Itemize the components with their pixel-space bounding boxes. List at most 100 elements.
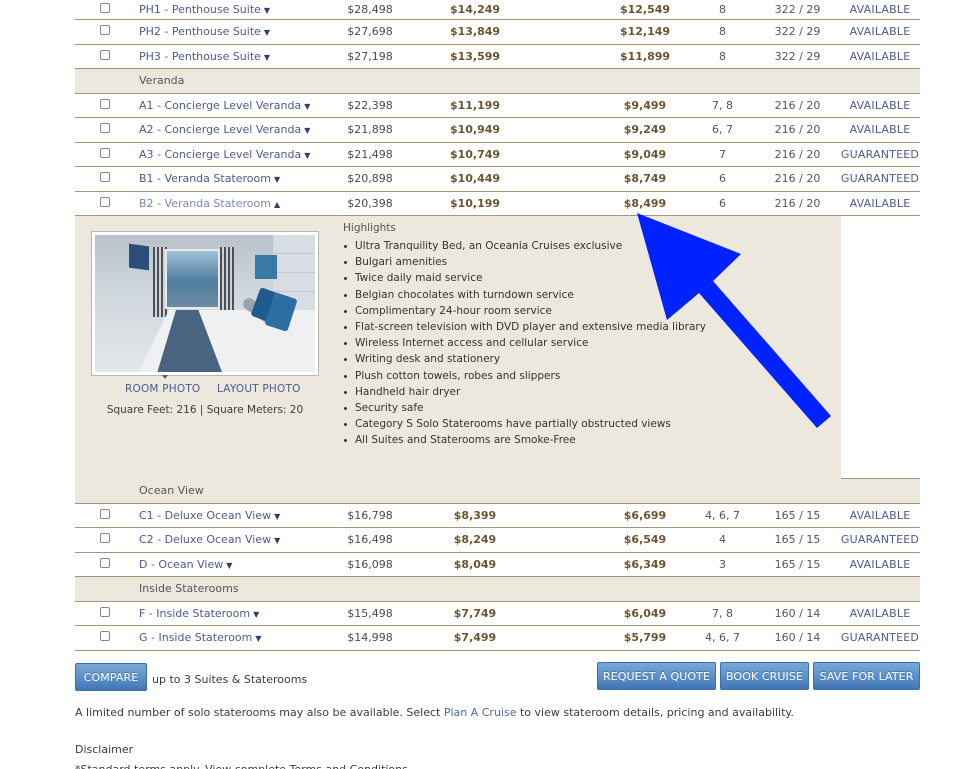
full-fare: $21,498 xyxy=(347,147,393,161)
compare-checkbox[interactable] xyxy=(100,508,112,522)
plan-a-cruise-link[interactable]: Plan A Cruise xyxy=(444,706,517,719)
compare-checkbox[interactable] xyxy=(100,196,112,210)
fare-price: $8,399 xyxy=(453,508,497,522)
stateroom-size: 165 / 15 xyxy=(774,533,821,547)
stateroom-name-link[interactable]: G - Inside Stateroom ▼ xyxy=(139,631,261,644)
stateroom-size: 216 / 20 xyxy=(774,123,821,137)
availability-status: AVAILABLE xyxy=(849,606,911,620)
stateroom-row: A3 - Concierge Level Veranda ▼ $21,498 $10,… xyxy=(75,142,920,167)
stateroom-name-link[interactable]: PH2 - Penthouse Suite ▼ xyxy=(139,25,270,38)
caret-down-icon[interactable]: ▼ xyxy=(253,610,259,619)
highlights-title: Highlights xyxy=(343,222,396,234)
category-header-row: Ocean View xyxy=(75,479,920,504)
fare-price: $7,749 xyxy=(453,606,497,620)
stateroom-size: 160 / 14 xyxy=(774,606,821,620)
compare-checkbox[interactable] xyxy=(100,533,112,546)
caret-down-icon[interactable]: ▼ xyxy=(264,6,270,15)
deck-numbers: 4 xyxy=(719,533,726,547)
category-label: Inside Staterooms xyxy=(139,582,239,596)
stateroom-name-link[interactable]: A3 - Concierge Level Veranda ▼ xyxy=(139,148,310,161)
caret-down-icon[interactable]: ▼ xyxy=(274,536,280,545)
stateroom-size: 216 / 20 xyxy=(774,196,821,210)
disclaimer-text: *Standard terms apply. View complete Ter… xyxy=(75,763,408,769)
full-fare: $27,698 xyxy=(347,25,393,39)
highlight-item: Handheld hair dryer xyxy=(343,384,833,400)
deck-numbers: 4, 6, 7 xyxy=(705,508,740,522)
fare-price: $11,199 xyxy=(449,98,501,112)
highlight-item: Flat-screen television with DVD player a… xyxy=(343,319,833,335)
solo-note-text-end: to view stateroom details, pricing and a… xyxy=(516,706,794,719)
tab-layout-photo[interactable]: LAYOUT PHOTO xyxy=(217,383,301,395)
full-fare: $16,098 xyxy=(347,557,393,571)
stateroom-name-link[interactable]: C2 - Deluxe Ocean View ▼ xyxy=(139,533,280,546)
stateroom-name-link[interactable]: B1 - Veranda Stateroom ▼ xyxy=(139,172,280,185)
stateroom-name-link[interactable]: D - Ocean View ▼ xyxy=(139,558,232,571)
stateroom-size: 216 / 20 xyxy=(774,172,821,186)
caret-down-icon[interactable]: ▼ xyxy=(304,151,310,160)
availability-status: GUARANTEED xyxy=(840,147,920,161)
availability-status: AVAILABLE xyxy=(849,557,911,571)
stateroom-name-link[interactable]: PH1 - Penthouse Suite ▼ xyxy=(139,3,270,16)
caret-down-icon[interactable]: ▼ xyxy=(226,561,232,570)
full-fare: $14,998 xyxy=(347,631,393,645)
stateroom-table: PH1 - Penthouse Suite ▼ $28,498 $14,249 $12,… xyxy=(75,0,920,651)
caret-down-icon[interactable]: ▼ xyxy=(264,28,270,37)
stateroom-name-link[interactable]: A2 - Concierge Level Veranda ▼ xyxy=(139,123,310,136)
stateroom-name: C2 - Deluxe Ocean View xyxy=(139,533,272,547)
tab-room-photo[interactable]: ROOM PHOTO xyxy=(125,383,200,395)
disclaimer-heading: Disclaimer xyxy=(75,743,134,756)
deck-numbers: 4, 6, 7 xyxy=(705,631,740,645)
stateroom-name-link[interactable]: PH3 - Penthouse Suite ▼ xyxy=(139,50,270,63)
full-fare: $22,398 xyxy=(347,98,393,112)
caret-down-icon[interactable]: ▼ xyxy=(264,53,270,62)
stateroom-name: B2 - Veranda Stateroom xyxy=(139,196,271,210)
compare-checkbox[interactable] xyxy=(100,147,112,161)
category-header-row: Veranda xyxy=(75,69,920,94)
caret-down-icon[interactable]: ▼ xyxy=(304,102,310,111)
compare-checkbox[interactable] xyxy=(100,98,112,112)
save-for-later-button[interactable]: SAVE FOR LATER xyxy=(813,662,920,690)
highlight-item: Twice daily maid service xyxy=(343,270,833,286)
book-cruise-button[interactable]: BOOK CRUISE xyxy=(720,662,809,690)
category-label: Ocean View xyxy=(139,484,204,498)
deck-numbers: 3 xyxy=(719,557,726,571)
availability-status: AVAILABLE xyxy=(849,25,911,39)
fare-price: $13,849 xyxy=(449,25,501,39)
compare-note: up to 3 Suites & Staterooms xyxy=(152,673,308,686)
caret-down-icon[interactable]: ▼ xyxy=(255,634,261,643)
compare-checkbox[interactable] xyxy=(100,631,112,644)
caret-down-icon[interactable]: ▼ xyxy=(304,126,310,135)
stateroom-name: A1 - Concierge Level Veranda xyxy=(139,98,302,112)
stateroom-name: PH2 - Penthouse Suite xyxy=(139,25,261,39)
request-quote-button[interactable]: REQUEST A QUOTE xyxy=(597,662,716,690)
stateroom-row: PH1 - Penthouse Suite ▼ $28,498 $14,249 $12,… xyxy=(75,0,920,20)
compare-checkbox[interactable] xyxy=(100,123,112,136)
fare-price: $7,499 xyxy=(453,631,497,645)
compare-checkbox[interactable] xyxy=(100,25,112,38)
compare-checkbox[interactable] xyxy=(100,49,112,63)
compare-checkbox[interactable] xyxy=(100,172,112,185)
full-fare: $27,198 xyxy=(347,49,393,63)
stateroom-name-link[interactable]: B2 - Veranda Stateroom ▲ xyxy=(139,197,280,210)
compare-checkbox[interactable] xyxy=(100,3,112,16)
stateroom-row: PH2 - Penthouse Suite ▼ $27,698 $13,849 $12,… xyxy=(75,20,920,45)
stateroom-name-link[interactable]: F - Inside Stateroom ▼ xyxy=(139,607,259,620)
stateroom-row: B2 - Veranda Stateroom ▲ $20,398 $10,199 $8,… xyxy=(75,191,920,216)
compare-checkbox[interactable] xyxy=(100,606,112,620)
category-header-row: Inside Staterooms xyxy=(75,577,920,602)
availability-status: GUARANTEED xyxy=(840,631,920,645)
availability-status: GUARANTEED xyxy=(840,172,920,186)
stateroom-name: PH1 - Penthouse Suite xyxy=(139,3,261,16)
room-photo-frame[interactable] xyxy=(91,231,319,376)
deck-numbers: 8 xyxy=(719,3,726,16)
stateroom-name: A3 - Concierge Level Veranda xyxy=(139,147,302,161)
stateroom-name-link[interactable]: C1 - Deluxe Ocean View ▼ xyxy=(139,509,280,522)
caret-down-icon[interactable]: ▼ xyxy=(274,512,280,521)
stateroom-name-link[interactable]: A1 - Concierge Level Veranda ▼ xyxy=(139,99,310,112)
compare-button[interactable]: COMPARE xyxy=(75,663,147,691)
stateroom-name: A2 - Concierge Level Veranda xyxy=(139,123,302,137)
compare-checkbox[interactable] xyxy=(100,557,112,571)
caret-up-icon[interactable]: ▲ xyxy=(274,200,280,209)
stateroom-name: C1 - Deluxe Ocean View xyxy=(139,508,272,522)
caret-down-icon[interactable]: ▼ xyxy=(274,175,280,184)
